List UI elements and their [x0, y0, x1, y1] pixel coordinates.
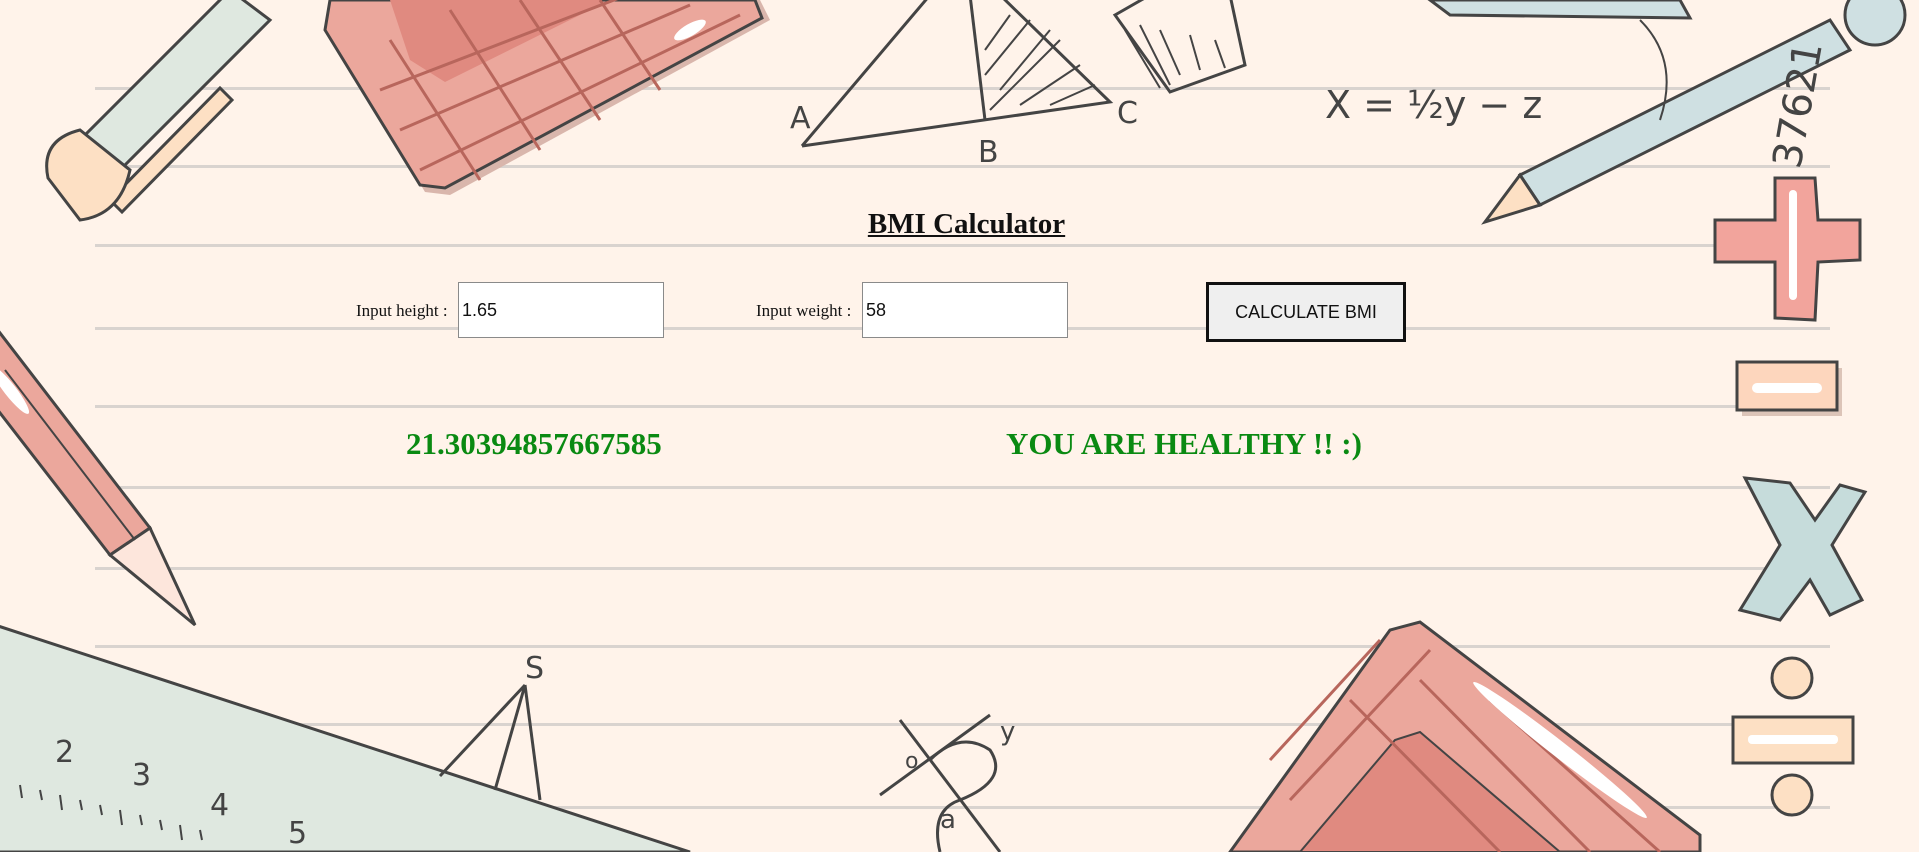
- graph-label-y: y: [1000, 717, 1015, 747]
- pink-square-bottom-illustration: [1228, 620, 1702, 852]
- height-label: Input height :: [356, 301, 448, 320]
- ruler-illustration: [0, 625, 691, 852]
- plus-symbol-illustration: [1713, 176, 1862, 322]
- pink-square-illustration: [323, 0, 770, 195]
- health-status-message: YOU ARE HEALTHY !! :): [1006, 426, 1362, 461]
- weight-input[interactable]: [862, 282, 1068, 338]
- minus-symbol-illustration: [1735, 360, 1842, 416]
- weight-label: Input weight :: [756, 301, 852, 320]
- graph-label-a: a: [940, 805, 956, 835]
- graph-label-o: o: [905, 749, 918, 774]
- ruler-number: 5: [288, 816, 307, 851]
- triangle-label-c: C: [1117, 96, 1138, 131]
- ruler-number: 2: [55, 735, 74, 770]
- pencil-left-illustration: [0, 330, 197, 627]
- pen-illustration: [45, 0, 273, 222]
- triangle-label-b: B: [978, 135, 999, 170]
- height-input[interactable]: [458, 282, 664, 338]
- calculate-bmi-button[interactable]: CALCULATE BMI: [1206, 282, 1406, 342]
- math-background-illustration: A B C X = ½y − z 37621 2 3 4 5 S y o a: [0, 0, 1907, 852]
- page-title: BMI Calculator: [867, 208, 1066, 240]
- triangle-label-a: A: [790, 101, 811, 136]
- equation-doodle: X = ½y − z: [1325, 83, 1542, 127]
- bmi-result-value: 21.30394857667585: [406, 426, 662, 461]
- cone-label: S: [525, 651, 544, 686]
- triangle-illustration: [800, 0, 1247, 148]
- times-symbol-illustration: [1737, 476, 1868, 622]
- ruler-number: 4: [210, 788, 229, 823]
- divide-symbol-illustration: [1731, 656, 1855, 817]
- ruler-number: 3: [132, 758, 151, 793]
